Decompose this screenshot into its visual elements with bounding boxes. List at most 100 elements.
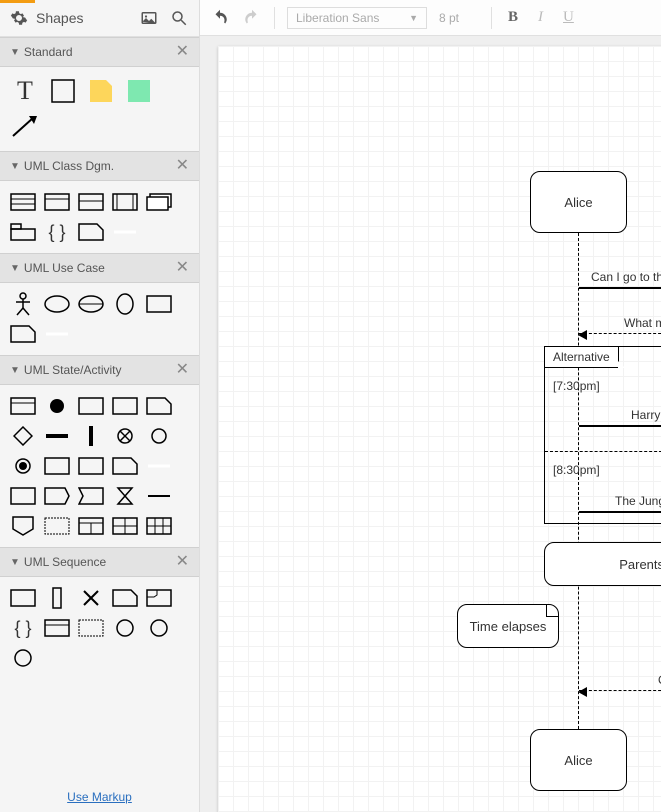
shape-grid-standard: T bbox=[0, 67, 199, 151]
shape-usecase[interactable] bbox=[44, 293, 70, 315]
section-header-uml-state[interactable]: ▼ UML State/Activity ✕ bbox=[0, 355, 199, 385]
shape-grid4[interactable] bbox=[146, 515, 172, 537]
close-icon[interactable]: ✕ bbox=[176, 44, 189, 60]
msg-movies-arrow[interactable] bbox=[579, 287, 661, 289]
shape-bar-h[interactable] bbox=[44, 425, 70, 447]
guard-830: [8:30pm] bbox=[553, 463, 600, 477]
redo-button[interactable] bbox=[242, 8, 262, 28]
shape-decision[interactable] bbox=[10, 425, 36, 447]
shape-rect[interactable] bbox=[48, 77, 78, 105]
section-label: UML Use Case bbox=[24, 261, 176, 275]
shape-note[interactable] bbox=[78, 221, 104, 243]
shape-arrow[interactable] bbox=[10, 113, 40, 141]
canvas[interactable]: Alice Parents Can I go to the movies? Wh… bbox=[200, 36, 661, 812]
shape-seq-constraint[interactable]: { } bbox=[10, 617, 36, 639]
shape-line[interactable] bbox=[112, 221, 138, 243]
font-select[interactable]: Liberation Sans ▼ bbox=[287, 7, 427, 29]
shape-rect-sa[interactable] bbox=[78, 395, 104, 417]
shape-multiobject[interactable] bbox=[146, 191, 172, 213]
font-size-input[interactable]: 8 pt bbox=[439, 11, 479, 25]
shape-constraint[interactable]: { } bbox=[44, 221, 70, 243]
section-header-uml-class[interactable]: ▼ UML Class Dgm. ✕ bbox=[0, 151, 199, 181]
shape-usecase-ext[interactable] bbox=[78, 293, 104, 315]
italic-button[interactable]: I bbox=[534, 9, 547, 26]
shape-note-sa[interactable] bbox=[146, 395, 172, 417]
shape-signal[interactable] bbox=[44, 485, 70, 507]
msg-ok-arrow[interactable] bbox=[579, 690, 661, 692]
shape-note-uc[interactable] bbox=[10, 323, 36, 345]
msg-movies-label: Can I go to the movies? bbox=[591, 270, 661, 284]
chevron-down-icon: ▼ bbox=[10, 557, 20, 568]
section-label: Standard bbox=[24, 45, 176, 59]
shape-seq-frame[interactable] bbox=[146, 587, 172, 609]
shape-note-yellow[interactable] bbox=[86, 77, 116, 105]
note-consider[interactable]: Parents consider bbox=[544, 542, 661, 586]
shape-interface[interactable] bbox=[78, 191, 104, 213]
shape-rect-green[interactable] bbox=[124, 77, 154, 105]
close-icon[interactable]: ✕ bbox=[176, 158, 189, 174]
shape-boundary[interactable] bbox=[146, 293, 172, 315]
shape-oval[interactable] bbox=[112, 293, 138, 315]
shape-final[interactable] bbox=[10, 455, 36, 477]
note-elapse[interactable]: Time elapses bbox=[457, 604, 559, 648]
shape-tab[interactable] bbox=[44, 515, 70, 537]
shape-grid-uml-state bbox=[0, 385, 199, 547]
note-consider-text: Parents consider bbox=[619, 557, 661, 572]
shape-rect2[interactable] bbox=[44, 455, 70, 477]
msg-jungle-label: The Jungle Book bbox=[615, 494, 661, 508]
shape-bar-v[interactable] bbox=[78, 425, 104, 447]
lifeline-alice-top[interactable]: Alice bbox=[530, 171, 627, 233]
shape-signal2[interactable] bbox=[78, 485, 104, 507]
use-markup-link[interactable]: Use Markup bbox=[67, 790, 132, 804]
shape-shield[interactable] bbox=[10, 515, 36, 537]
shape-active-class[interactable] bbox=[112, 191, 138, 213]
shape-actor[interactable] bbox=[10, 293, 36, 315]
shape-terminate[interactable] bbox=[112, 425, 138, 447]
shape-state[interactable] bbox=[10, 395, 36, 417]
shape-rect4[interactable] bbox=[10, 485, 36, 507]
shape-line-uc[interactable] bbox=[44, 323, 70, 345]
shape-seq-box[interactable] bbox=[44, 617, 70, 639]
close-icon[interactable]: ✕ bbox=[176, 260, 189, 276]
shape-rect3[interactable] bbox=[78, 455, 104, 477]
shape-history[interactable] bbox=[146, 425, 172, 447]
msg-whatmovie-arrow[interactable] bbox=[579, 333, 661, 335]
shape-initial[interactable] bbox=[44, 395, 70, 417]
shape-grid3[interactable] bbox=[112, 515, 138, 537]
shape-note2[interactable] bbox=[112, 455, 138, 477]
shape-seq-dash[interactable] bbox=[78, 617, 104, 639]
shape-box2[interactable] bbox=[112, 395, 138, 417]
lifeline-alice-bottom[interactable]: Alice bbox=[530, 729, 627, 791]
section-header-uml-usecase[interactable]: ▼ UML Use Case ✕ bbox=[0, 253, 199, 283]
shape-grid-uml-usecase bbox=[0, 283, 199, 355]
shape-text[interactable]: T bbox=[10, 77, 40, 105]
gear-icon[interactable] bbox=[10, 9, 28, 27]
bold-button[interactable]: B bbox=[504, 9, 522, 26]
shape-seq-note[interactable] bbox=[112, 587, 138, 609]
shape-seq-circle2[interactable] bbox=[146, 617, 172, 639]
msg-jungle-arrow[interactable] bbox=[579, 511, 661, 513]
close-icon[interactable]: ✕ bbox=[176, 362, 189, 378]
shape-seq-circle1[interactable] bbox=[112, 617, 138, 639]
shape-package[interactable] bbox=[10, 221, 36, 243]
shape-activation[interactable] bbox=[44, 587, 70, 609]
shape-destroy[interactable] bbox=[78, 587, 104, 609]
shape-simple-class[interactable] bbox=[44, 191, 70, 213]
shape-class[interactable] bbox=[10, 191, 36, 213]
chevron-down-icon: ▼ bbox=[10, 263, 20, 274]
underline-button[interactable]: U bbox=[559, 9, 578, 26]
search-icon[interactable] bbox=[169, 8, 189, 28]
shape-line-sa[interactable] bbox=[146, 455, 172, 477]
image-icon[interactable] bbox=[139, 8, 159, 28]
shape-line-sa2[interactable] bbox=[146, 485, 172, 507]
section-header-standard[interactable]: ▼ Standard ✕ bbox=[0, 37, 199, 67]
undo-button[interactable] bbox=[210, 8, 230, 28]
shape-hourglass[interactable] bbox=[112, 485, 138, 507]
shape-seq-circle3[interactable] bbox=[10, 647, 36, 669]
msg-harry-arrow[interactable] bbox=[579, 425, 661, 427]
shape-grid2[interactable] bbox=[78, 515, 104, 537]
close-icon[interactable]: ✕ bbox=[176, 554, 189, 570]
section-header-uml-sequence[interactable]: ▼ UML Sequence ✕ bbox=[0, 547, 199, 577]
shape-seq-rect[interactable] bbox=[10, 587, 36, 609]
diagram-page[interactable]: Alice Parents Can I go to the movies? Wh… bbox=[218, 46, 661, 812]
